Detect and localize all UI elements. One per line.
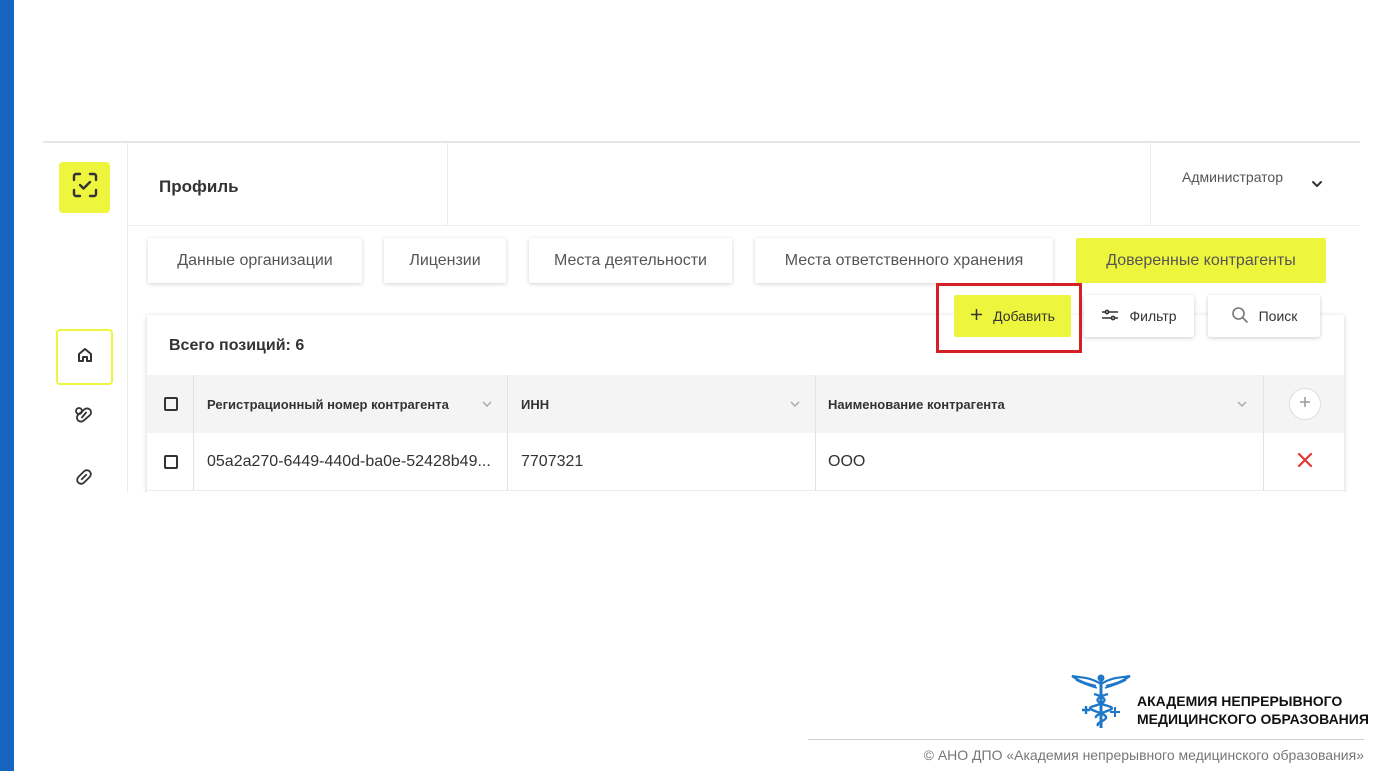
caduceus-logo-icon <box>1070 672 1132 735</box>
plus-icon <box>970 308 983 324</box>
search-button[interactable]: Поиск <box>1208 295 1320 337</box>
academy-brand: АКАДЕМИЯ НЕПРЕРЫВНОГО МЕДИЦИНСКОГО ОБРАЗ… <box>1070 672 1369 730</box>
column-header-name[interactable]: Наименование контрагента <box>828 375 1005 433</box>
nav-drugs-button[interactable] <box>71 405 97 431</box>
column-divider <box>507 433 508 491</box>
app-screenshot: Профиль Администратор Данные организации… <box>43 141 1360 492</box>
column-divider <box>193 433 194 491</box>
column-header-reg-number[interactable]: Регистрационный номер контрагента <box>207 375 449 433</box>
column-divider <box>193 375 194 433</box>
column-divider <box>1263 433 1264 491</box>
column-divider <box>1263 375 1264 433</box>
chevron-down-icon[interactable] <box>1310 177 1324 191</box>
tab-activity-places[interactable]: Места деятельности <box>529 238 732 283</box>
chevron-down-icon[interactable] <box>481 397 493 409</box>
page-title: Профиль <box>159 177 239 196</box>
close-icon <box>1297 452 1313 473</box>
app-logo[interactable] <box>59 162 110 213</box>
copyright-text: © АНО ДПО «Академия непрерывного медицин… <box>923 747 1364 763</box>
nav-home-button[interactable] <box>56 329 113 385</box>
tab-licenses[interactable]: Лицензии <box>384 238 506 283</box>
header-divider <box>1150 143 1151 226</box>
column-divider <box>815 433 816 491</box>
search-icon <box>1231 306 1249 327</box>
add-button[interactable]: Добавить <box>954 295 1071 337</box>
slide-accent-bar <box>0 0 14 771</box>
footer-divider <box>808 739 1364 740</box>
sliders-icon <box>1101 308 1119 325</box>
pills-icon <box>73 405 95 432</box>
filter-button-label: Фильтр <box>1129 308 1177 324</box>
cell-name: ООО <box>828 453 866 470</box>
plus-icon <box>1299 395 1311 413</box>
row-checkbox[interactable] <box>164 433 194 491</box>
header-divider <box>447 143 448 226</box>
side-nav <box>43 143 128 492</box>
table-header: Регистрационный номер контрагента ИНН На… <box>147 375 1344 433</box>
capsule-icon <box>73 466 95 493</box>
counterparties-card: Всего позиций: 6 Регистрационный номер к… <box>147 315 1344 492</box>
chevron-down-icon[interactable] <box>789 397 801 409</box>
academy-name-line1: АКАДЕМИЯ НЕПРЕРЫВНОГО <box>1137 693 1343 709</box>
table-row[interactable]: 05a2a270-6449-440d-ba0e-52428b49... 7707… <box>147 433 1344 491</box>
column-divider <box>507 375 508 433</box>
tab-trusted-counterparties[interactable]: Доверенные контрагенты <box>1076 238 1326 283</box>
home-icon <box>75 345 95 370</box>
search-button-label: Поиск <box>1258 308 1298 324</box>
academy-name-line2: МЕДИЦИНСКОГО ОБРАЗОВАНИЯ <box>1137 711 1369 727</box>
cell-reg-number: 05a2a270-6449-440d-ba0e-52428b49... <box>207 453 491 470</box>
add-button-label: Добавить <box>993 308 1055 324</box>
filter-button[interactable]: Фильтр <box>1084 295 1194 337</box>
scan-check-icon <box>71 171 99 204</box>
academy-name: АКАДЕМИЯ НЕПРЕРЫВНОГО МЕДИЦИНСКОГО ОБРАЗ… <box>1137 692 1369 728</box>
cell-inn: 7707321 <box>521 453 584 470</box>
tab-organization-data[interactable]: Данные организации <box>148 238 362 283</box>
total-count: Всего позиций: 6 <box>169 337 305 354</box>
delete-row-button[interactable] <box>1294 433 1316 491</box>
column-divider <box>815 375 816 433</box>
tab-storage-places[interactable]: Места ответственного хранения <box>755 238 1053 283</box>
select-all-checkbox[interactable] <box>164 375 194 433</box>
user-menu-label[interactable]: Администратор <box>1182 169 1283 185</box>
column-header-inn[interactable]: ИНН <box>521 375 549 433</box>
page-header: Профиль Администратор <box>128 143 1360 226</box>
chevron-down-icon[interactable] <box>1236 397 1248 409</box>
add-column-button[interactable] <box>1289 388 1321 420</box>
nav-capsule-button[interactable] <box>71 466 97 492</box>
